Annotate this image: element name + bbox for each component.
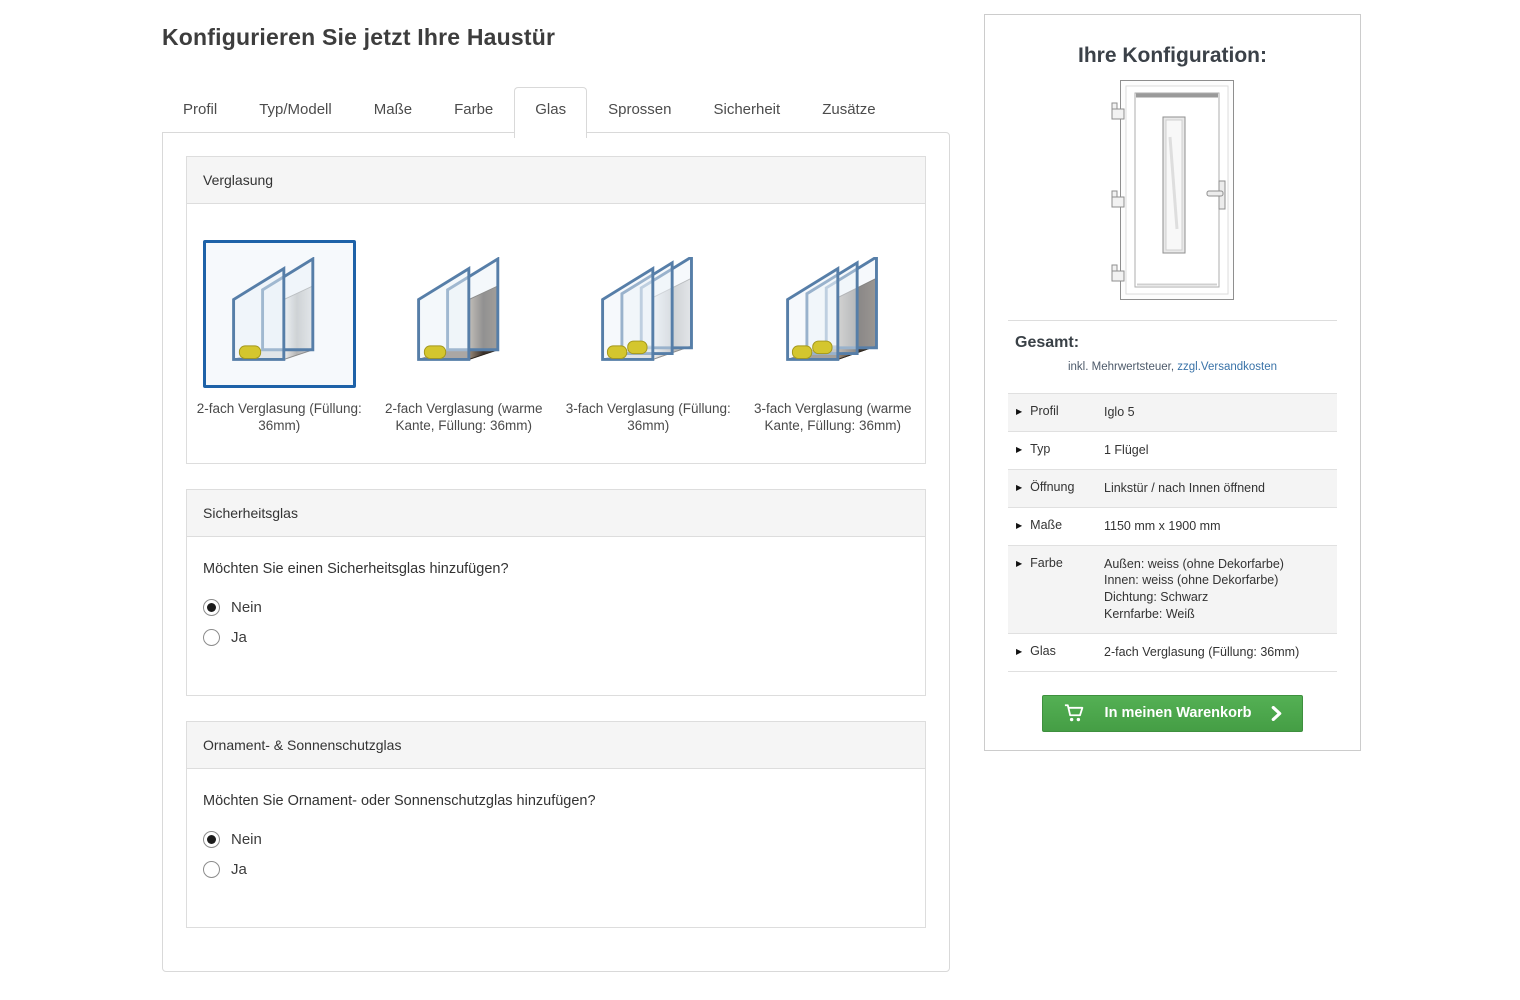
summary-divider [1008,320,1337,321]
glazing-3fach-icon [585,257,711,371]
summary-row-value: Iglo 5 [1104,404,1329,421]
tab-masse[interactable]: Maße [353,87,433,132]
summary-row-label: Profil [1030,404,1058,418]
triangle-right-icon: ▶ [1016,483,1022,492]
glazing-options: 2-fach Verglasung (Füllung: 36mm) [187,204,925,463]
security-radio-ja-label[interactable]: Ja [231,629,247,646]
glazing-3fach-warm-icon [770,257,896,371]
ornament-radio-ja[interactable]: Ja [203,861,909,878]
radio-unchecked-icon[interactable] [203,861,220,878]
chevron-right-icon [1271,706,1282,721]
triangle-right-icon: ▶ [1016,559,1022,568]
tab-typ-modell[interactable]: Typ/Modell [238,87,353,132]
configuration-summary-panel: Ihre Konfiguration: Gesamt: inkl. Mehrwe [984,14,1361,751]
ornament-radio-nein[interactable]: Nein [203,831,909,848]
total-label: Gesamt: [1015,334,1360,352]
summary-row-label: Glas [1030,644,1056,658]
glazing-option-2fach-image[interactable] [203,240,356,388]
section-verglasung-header: Verglasung [187,157,925,204]
summary-row-label: Typ [1030,442,1050,456]
ornament-question: Möchten Sie Ornament- oder Sonnenschutzg… [203,793,909,809]
security-radio-nein-label[interactable]: Nein [231,599,262,616]
triangle-right-icon: ▶ [1016,407,1022,416]
security-radio-nein[interactable]: Nein [203,599,909,616]
security-radio-ja[interactable]: Ja [203,629,909,646]
summary-row-label: Öffnung [1030,480,1074,494]
summary-row-value: 1150 mm x 1900 mm [1104,518,1329,535]
section-verglasung: Verglasung [186,156,926,464]
ornament-radio-ja-label[interactable]: Ja [231,861,247,878]
configurator-tabs: Profil Typ/Modell Maße Farbe Glas Spross… [162,87,950,132]
glazing-2fach-icon [216,257,342,371]
tab-profil[interactable]: Profil [162,87,238,132]
tab-farbe[interactable]: Farbe [433,87,514,132]
glazing-2fach-warm-icon [401,257,527,371]
radio-unchecked-icon[interactable] [203,629,220,646]
glazing-option-3fach-warm-image[interactable] [756,240,909,388]
glazing-option-2fach-warm-label: 2-fach Verglasung (warme Kante, Füllung:… [375,400,553,435]
tab-sprossen[interactable]: Sprossen [587,87,692,132]
tab-content-glas: Verglasung [162,132,950,972]
tab-zusaetze[interactable]: Zusätze [801,87,896,132]
tab-glas[interactable]: Glas [514,87,587,138]
ornament-radio-nein-label[interactable]: Nein [231,831,262,848]
add-to-cart-label: In meinen Warenkorb [1085,705,1271,721]
configurator-main: Konfigurieren Sie jetzt Ihre Haustür Pro… [162,18,950,972]
summary-row-masse[interactable]: ▶ Maße 1150 mm x 1900 mm [1008,508,1337,546]
triangle-right-icon: ▶ [1016,647,1022,656]
glazing-option-3fach: 3-fach Verglasung (Füllung: 36mm) [556,240,741,435]
triangle-right-icon: ▶ [1016,521,1022,530]
section-ornamentglas: Ornament- & Sonnenschutzglas Möchten Sie… [186,721,926,928]
section-sicherheitsglas-header: Sicherheitsglas [187,490,925,537]
summary-row-value: Linkstür / nach Innen öffnend [1104,480,1329,497]
glazing-option-2fach-warm-image[interactable] [387,240,540,388]
glazing-option-3fach-warm-label: 3-fach Verglasung (warme Kante, Füllung:… [744,400,922,435]
security-question: Möchten Sie einen Sicherheitsglas hinzuf… [203,561,909,577]
glazing-option-2fach-warm: 2-fach Verglasung (warme Kante, Füllung:… [372,240,557,435]
summary-row-farbe[interactable]: ▶ Farbe Außen: weiss (ohne Dekorfarbe) In… [1008,546,1337,635]
shipping-costs-link[interactable]: zzgl.Versandkosten [1177,361,1277,373]
summary-row-value: 2-fach Verglasung (Füllung: 36mm) [1104,644,1329,661]
page-title: Konfigurieren Sie jetzt Ihre Haustür [162,24,950,51]
section-ornamentglas-header: Ornament- & Sonnenschutzglas [187,722,925,769]
radio-checked-icon[interactable] [203,599,220,616]
summary-row-label: Maße [1030,518,1062,532]
summary-row-oeffnung[interactable]: ▶ Öffnung Linkstür / nach Innen öffnend [1008,470,1337,508]
add-to-cart-button[interactable]: In meinen Warenkorb [1042,695,1303,732]
summary-row-profil[interactable]: ▶ Profil Iglo 5 [1008,394,1337,432]
summary-row-glas[interactable]: ▶ Glas 2-fach Verglasung (Füllung: 36mm) [1008,634,1337,672]
glazing-option-3fach-label: 3-fach Verglasung (Füllung: 36mm) [559,400,737,435]
section-sicherheitsglas: Sicherheitsglas Möchten Sie einen Sicher… [186,489,926,696]
summary-table: ▶ Profil Iglo 5 ▶ Typ 1 Flügel ▶ Öffnung Li… [1008,393,1337,672]
glazing-option-3fach-image[interactable] [572,240,725,388]
triangle-right-icon: ▶ [1016,445,1022,454]
glazing-option-3fach-warm: 3-fach Verglasung (warme Kante, Füllung:… [741,240,926,435]
cart-icon [1063,703,1085,723]
tab-sicherheit[interactable]: Sicherheit [692,87,801,132]
tax-note: inkl. Mehrwertsteuer, zzgl.Versandkosten [985,361,1360,373]
summary-row-value: 1 Flügel [1104,442,1329,459]
summary-row-value: Außen: weiss (ohne Dekorfarbe) Innen: we… [1104,556,1329,624]
summary-row-label: Farbe [1030,556,1063,570]
summary-title: Ihre Konfiguration: [985,44,1360,68]
glazing-option-2fach-label: 2-fach Verglasung (Füllung: 36mm) [190,400,368,435]
tax-note-text: inkl. Mehrwertsteuer, [1068,361,1174,373]
summary-row-typ[interactable]: ▶ Typ 1 Flügel [1008,432,1337,470]
glazing-option-2fach: 2-fach Verglasung (Füllung: 36mm) [187,240,372,435]
radio-checked-icon[interactable] [203,831,220,848]
door-preview-image [1111,79,1235,301]
